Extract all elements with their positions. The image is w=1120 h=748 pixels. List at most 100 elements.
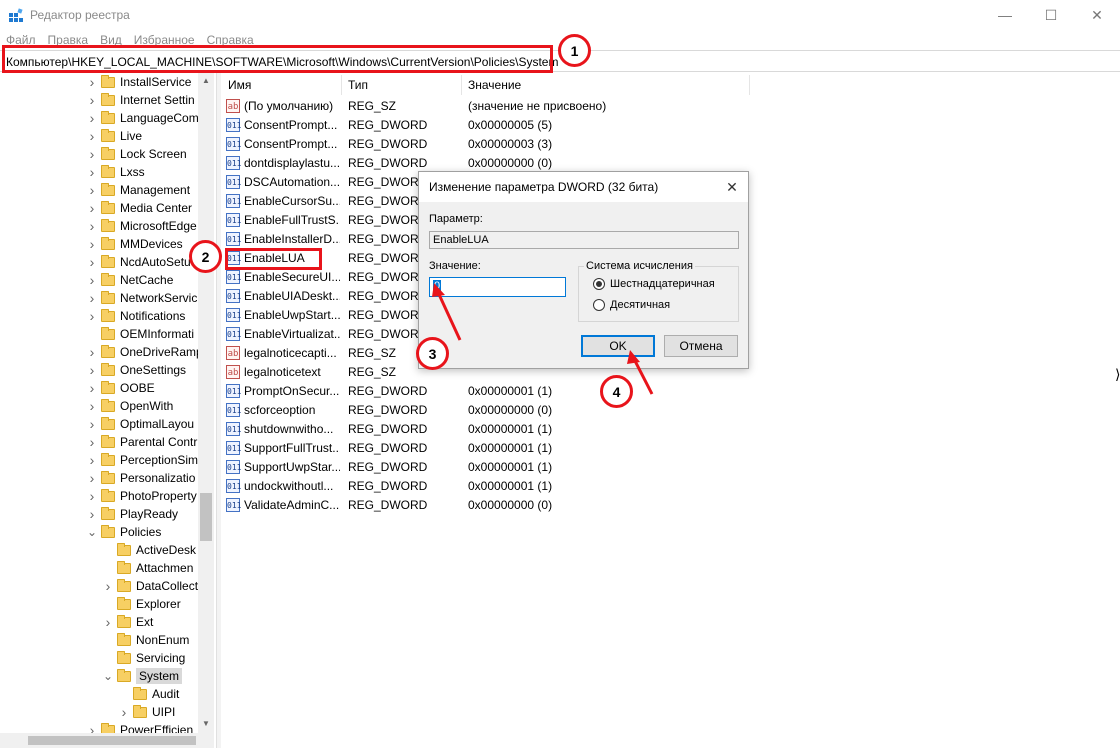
tree-item[interactable]: › MMDevices — [86, 235, 183, 253]
chevron-right-icon[interactable]: › — [102, 578, 114, 594]
chevron-right-icon[interactable]: › — [86, 362, 98, 378]
chevron-right-icon[interactable]: › — [86, 416, 98, 432]
tree-item[interactable]: Explorer — [102, 595, 181, 613]
chevron-down-icon[interactable]: ⌄ — [86, 525, 98, 539]
tree-item[interactable]: › Ext — [102, 613, 154, 631]
chevron-right-icon[interactable]: › — [86, 452, 98, 468]
dialog-close-icon[interactable]: ✕ — [720, 175, 744, 199]
tree-item[interactable]: › InstallService — [86, 73, 192, 91]
tree-item-label[interactable]: NonEnum — [136, 633, 189, 647]
tree-item[interactable]: Servicing — [102, 649, 185, 667]
tree-item-label[interactable]: NcdAutoSetu — [120, 255, 191, 269]
tree-item-label[interactable]: Notifications — [120, 309, 185, 323]
chevron-right-icon[interactable]: › — [86, 344, 98, 360]
chevron-right-icon[interactable]: › — [86, 74, 98, 90]
tree-vertical-scrollbar[interactable] — [198, 73, 214, 733]
tree-item-label[interactable]: MicrosoftEdge — [120, 219, 197, 233]
tree-item[interactable]: › DataCollect — [102, 577, 198, 595]
tree-item-label[interactable]: NetworkServic — [120, 291, 197, 305]
tree-item-label[interactable]: InstallService — [120, 75, 191, 89]
chevron-right-icon[interactable]: › — [86, 254, 98, 270]
scroll-down-arrow-icon[interactable]: ▼ — [198, 716, 214, 730]
tree-item[interactable]: › NetCache — [86, 271, 174, 289]
tree-item-label[interactable]: Servicing — [136, 651, 185, 665]
tree-item[interactable]: Attachmen — [102, 559, 193, 577]
chevron-right-icon[interactable]: › — [86, 272, 98, 288]
tree-item[interactable]: › OneDriveRamp — [86, 343, 203, 361]
tree-item[interactable]: NonEnum — [102, 631, 189, 649]
tree-item-label[interactable]: Lock Screen — [120, 147, 187, 161]
tree-item-label[interactable]: Policies — [120, 525, 161, 539]
tree-item-label[interactable]: OneSettings — [120, 363, 186, 377]
tree-item-label[interactable]: OptimalLayou — [120, 417, 194, 431]
chevron-right-icon[interactable]: › — [86, 506, 98, 522]
chevron-right-icon[interactable]: › — [86, 470, 98, 486]
value-row[interactable]: ab (По умолчанию) REG_SZ (значение не присв… — [226, 97, 626, 116]
tree-item[interactable]: › NcdAutoSetu — [86, 253, 191, 271]
column-data[interactable]: Значение — [462, 75, 750, 95]
value-input[interactable]: 0 — [429, 277, 566, 297]
tree-hscroll-thumb[interactable] — [28, 736, 196, 745]
tree-item[interactable]: › MicrosoftEdge — [86, 217, 197, 235]
value-row[interactable]: 011 SupportUwpStar... REG_DWORD 0x00000001 … — [226, 458, 626, 477]
chevron-right-icon[interactable]: › — [118, 704, 130, 720]
tree-item-label[interactable]: DataCollect — [136, 579, 198, 593]
tree-item[interactable]: › Personalizatio — [86, 469, 196, 487]
tree-item-label[interactable]: Live — [120, 129, 142, 143]
ok-button[interactable]: OK — [581, 335, 655, 357]
tree-item-label[interactable]: System — [136, 668, 183, 684]
chevron-right-icon[interactable]: › — [86, 164, 98, 180]
tree-item-label[interactable]: Lxss — [120, 165, 145, 179]
value-row[interactable]: 011 ConsentPrompt... REG_DWORD 0x00000005 (… — [226, 116, 626, 135]
value-row[interactable]: 011 ConsentPrompt... REG_DWORD 0x00000003 (… — [226, 135, 626, 154]
tree-item[interactable]: › OpenWith — [86, 397, 174, 415]
tree-item[interactable]: OEMInformati — [86, 325, 194, 343]
tree-item[interactable]: ⌄ Policies — [86, 523, 161, 541]
chevron-right-icon[interactable]: › — [86, 146, 98, 162]
tree-item[interactable]: ActiveDesk — [102, 541, 196, 559]
tree-item[interactable]: › Lxss — [86, 163, 145, 181]
radio-hex-label[interactable]: Шестнадцатеричная — [610, 278, 715, 290]
chevron-right-icon[interactable]: › — [86, 380, 98, 396]
chevron-right-icon[interactable]: › — [86, 308, 98, 324]
tree-item-label[interactable]: UIPI — [152, 705, 175, 719]
tree-item[interactable]: › Internet Settin — [86, 91, 195, 109]
tree-item-label[interactable]: LanguageCom — [120, 111, 199, 125]
tree-item[interactable]: › PerceptionSim — [86, 451, 198, 469]
radio-hex[interactable] — [593, 278, 605, 290]
tree-item[interactable]: › PhotoProperty — [86, 487, 197, 505]
tree-item[interactable]: › NetworkServic — [86, 289, 198, 307]
tree-item-label[interactable]: MMDevices — [120, 237, 183, 251]
radio-dec-row[interactable]: Десятичная — [593, 299, 670, 311]
tree-item-label[interactable]: Management — [120, 183, 190, 197]
chevron-right-icon[interactable]: › — [86, 218, 98, 234]
chevron-right-icon[interactable]: › — [86, 290, 98, 306]
tree-item[interactable]: › LanguageCom — [86, 109, 199, 127]
tree-item[interactable]: › UIPI — [118, 703, 176, 721]
tree-item-label[interactable]: PlayReady — [120, 507, 178, 521]
value-row[interactable]: 011 scforceoption REG_DWORD 0x00000000 (0) — [226, 401, 626, 420]
tree-item-label[interactable]: Media Center — [120, 201, 192, 215]
chevron-down-icon[interactable]: ⌄ — [102, 669, 114, 683]
radio-dec-label[interactable]: Десятичная — [610, 299, 670, 311]
tree-item-label[interactable]: PerceptionSim — [120, 453, 198, 467]
value-row[interactable]: 011 SupportFullTrust... REG_DWORD 0x0000000… — [226, 439, 626, 458]
column-name[interactable]: Имя — [222, 75, 342, 95]
tree-item[interactable]: ⌄ System — [102, 667, 183, 685]
chevron-right-icon[interactable]: › — [86, 92, 98, 108]
minimize-button[interactable]: — — [982, 0, 1028, 30]
close-button[interactable]: ✕ — [1074, 0, 1120, 30]
tree-item-label[interactable]: Audit — [152, 687, 179, 701]
tree-item[interactable]: › Management — [86, 181, 190, 199]
tree-item-label[interactable]: Explorer — [136, 597, 181, 611]
tree-item-label[interactable]: ActiveDesk — [136, 543, 196, 557]
tree-item[interactable]: › PlayReady — [86, 505, 178, 523]
tree-scroll-thumb[interactable] — [200, 493, 212, 541]
column-type[interactable]: Тип — [342, 75, 462, 95]
tree-item-label[interactable]: Internet Settin — [120, 93, 195, 107]
value-input-text[interactable]: 0 — [433, 280, 442, 292]
tree-item-label[interactable]: OpenWith — [120, 399, 173, 413]
tree-item-label[interactable]: OneDriveRamp — [120, 345, 203, 359]
cancel-button[interactable]: Отмена — [664, 335, 738, 357]
tree-item[interactable]: › OptimalLayou — [86, 415, 194, 433]
